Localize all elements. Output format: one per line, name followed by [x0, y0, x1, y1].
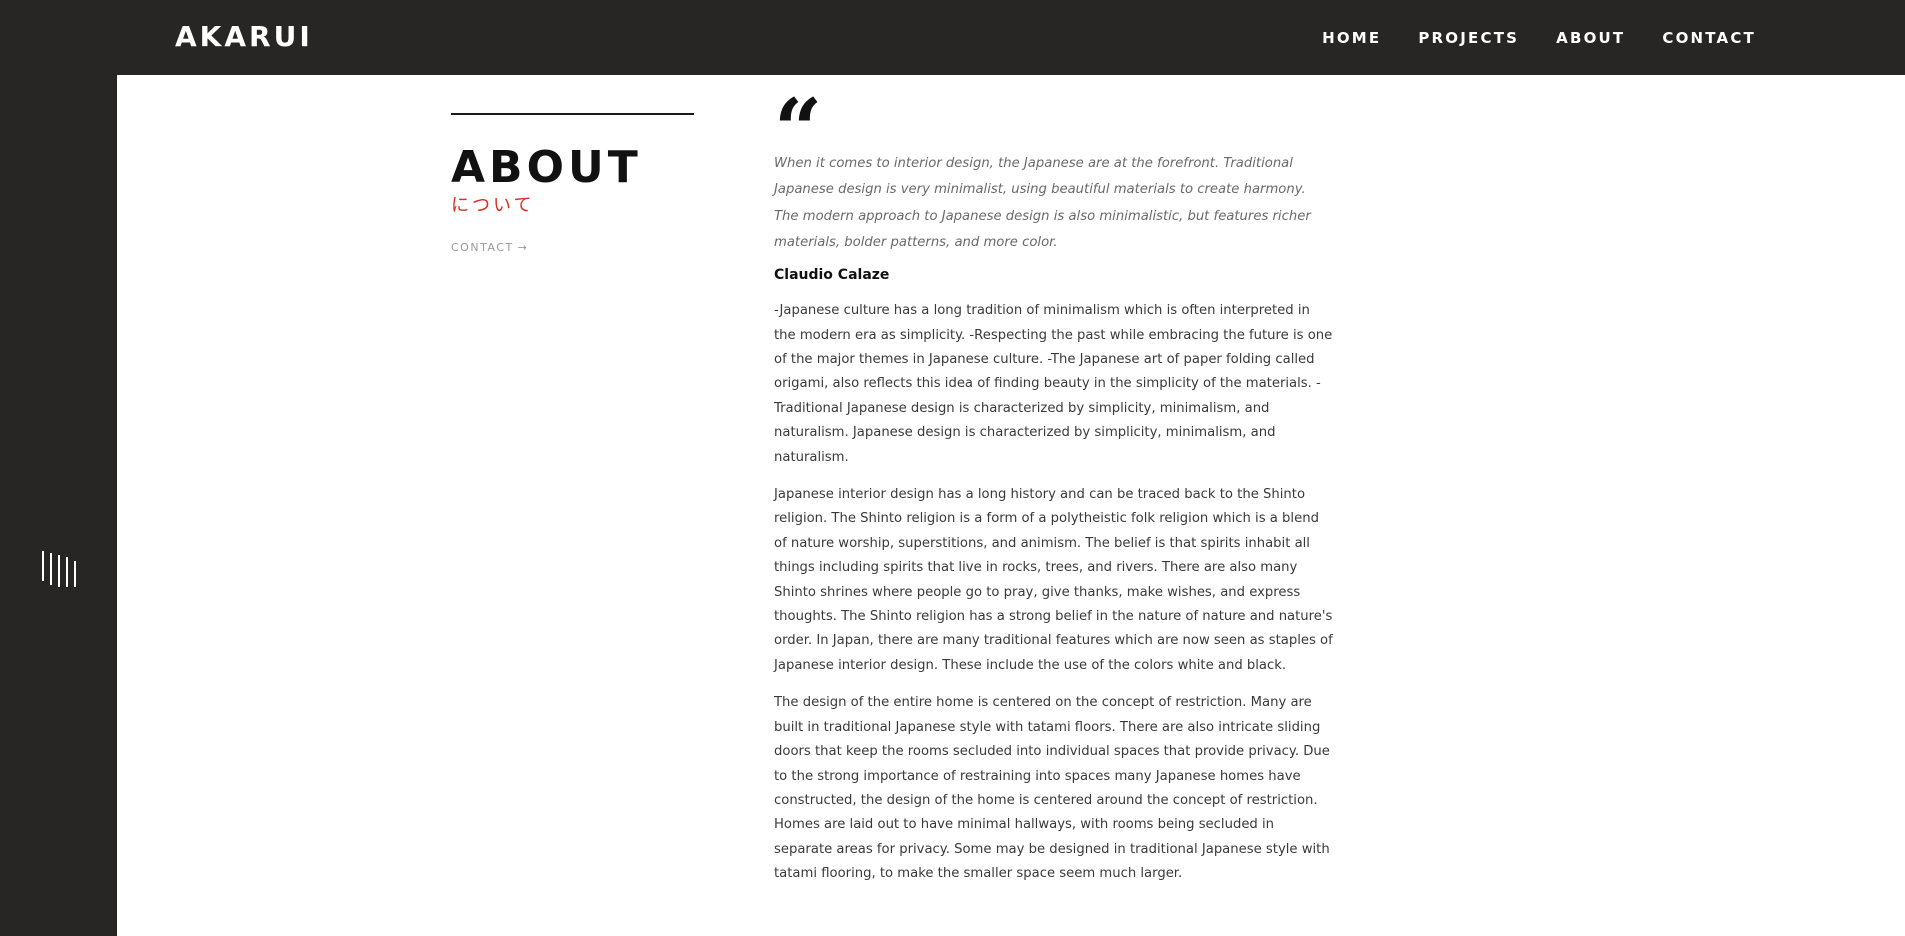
about-heading-column: ABOUT について CONTACT → [451, 113, 694, 255]
page-subtitle-jp: について [451, 195, 535, 216]
article-paragraph: Japanese interior design has a long hist… [774, 487, 1333, 673]
side-rail [0, 75, 117, 936]
about-article: “ When it comes to interior design, the … [774, 80, 1334, 887]
article-paragraph: The design of the entire home is centere… [774, 695, 1330, 882]
arrow-right-icon: → [517, 241, 529, 254]
article-paragraph: -Japanese culture has a long tradition o… [774, 303, 1333, 465]
quote-mark-icon: “ [774, 80, 823, 179]
site-logo[interactable]: AKARUI [175, 20, 313, 54]
nav-contact[interactable]: CONTACT [1662, 28, 1756, 48]
page-title: ABOUT [451, 142, 642, 193]
nav-home[interactable]: HOME [1322, 28, 1381, 48]
pull-quote: When it comes to interior design, the Ja… [774, 156, 1311, 250]
contact-link[interactable]: CONTACT → [451, 241, 528, 254]
site-header: AKARUI HOME PROJECTS ABOUT CONTACT [0, 0, 1905, 75]
nav-projects[interactable]: PROJECTS [1418, 28, 1519, 48]
main-nav: HOME PROJECTS ABOUT CONTACT [1322, 28, 1756, 48]
contact-link-label: CONTACT [451, 241, 514, 254]
main-content: ABOUT について CONTACT → “ When it comes to i… [117, 75, 1905, 936]
heading-divider [451, 113, 694, 115]
vertical-lines-menu-icon[interactable] [41, 551, 77, 587]
nav-about[interactable]: ABOUT [1556, 28, 1625, 48]
quote-author: Claudio Calaze [774, 267, 890, 284]
